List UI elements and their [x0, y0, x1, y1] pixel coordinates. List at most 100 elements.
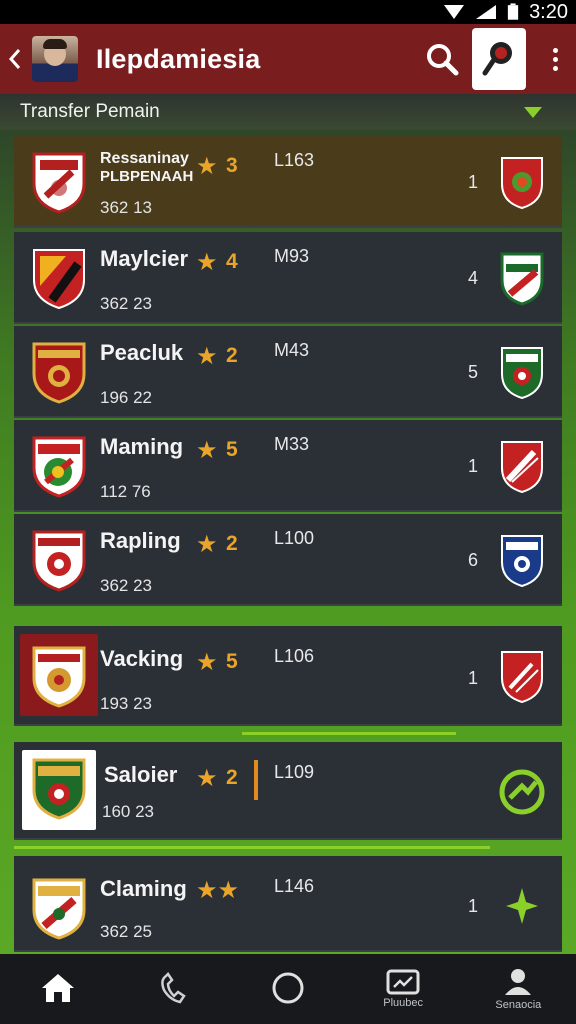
signal-icon [476, 5, 497, 19]
map-pin-icon [482, 42, 512, 76]
player-stats: 362 23 [100, 294, 152, 313]
list-item[interactable]: Maylcier ★ 4 M93 362 23 4 [14, 232, 562, 324]
app-bar: Ilepdamiesia [0, 24, 576, 94]
rank: 1 [468, 668, 479, 688]
search-button[interactable] [420, 37, 464, 81]
transfer-value: L109 [274, 762, 315, 782]
transfer-icon[interactable] [498, 768, 546, 816]
sparkle-icon[interactable] [504, 886, 540, 926]
player-stats: 112 76 [100, 482, 151, 501]
rating: 2 [226, 344, 238, 367]
divider [242, 732, 456, 735]
rating: 2 [226, 532, 238, 555]
club-crest-icon [32, 152, 86, 214]
club-crest-icon [33, 249, 85, 310]
club-crest-icon [32, 758, 86, 820]
more-button[interactable] [540, 37, 570, 81]
rank: 1 [468, 896, 479, 916]
chevron-down-icon[interactable] [524, 106, 542, 118]
player-name: Ressaninay [100, 150, 189, 167]
battery-icon [507, 3, 519, 20]
rank: 1 [468, 456, 479, 476]
list-item[interactable]: Vacking ★ 5 L106 193 23 1 [14, 626, 562, 726]
status-bar: 3:20 [0, 0, 576, 24]
club-badge-icon [500, 252, 544, 306]
transfer-value: M43 [274, 340, 310, 360]
transfer-value: L163 [274, 150, 315, 170]
list-item[interactable]: Ressaninay PLBPENAAH ★ 3 L163 362 13 1 [14, 136, 562, 228]
player-name: Maming [100, 434, 184, 459]
divider [14, 846, 490, 849]
nav-card[interactable]: Pluubec [353, 954, 453, 1024]
star-icon: ★★ [196, 877, 240, 904]
club-badge-icon [501, 157, 543, 210]
player-name: Maylcier [100, 246, 189, 271]
star-icon: ★ [196, 531, 218, 558]
bottom-nav: Pluubec Senaocia [0, 954, 576, 1024]
back-button[interactable] [0, 24, 30, 94]
star-icon: ★ [196, 343, 218, 370]
player-name: Peacluk [100, 340, 184, 365]
more-vert-icon [552, 47, 558, 53]
chevron-left-icon [8, 49, 21, 69]
wifi-icon [444, 5, 465, 19]
player-name: Claming [100, 876, 187, 901]
list-item[interactable]: Saloier ★ 2 L109 160 23 [14, 742, 562, 840]
transfer-value: L106 [274, 646, 315, 666]
rank: 4 [468, 268, 479, 288]
map-pin-button[interactable] [472, 28, 526, 90]
transfer-value: L100 [274, 528, 315, 548]
rank: 5 [468, 362, 479, 382]
player-stats: 362 23 [100, 576, 152, 595]
section-header[interactable]: Transfer Pemain [0, 94, 576, 130]
player-name: Rapling [100, 528, 181, 553]
nav-label: Pluubec [383, 997, 424, 1009]
player-name-sub: PLBPENAAH [100, 168, 194, 185]
section-title: Transfer Pemain [20, 101, 160, 122]
page-title: Ilepdamiesia [96, 43, 261, 74]
club-crest-icon [32, 878, 86, 940]
transfer-value: M33 [274, 434, 310, 454]
star-icon: ★ [196, 249, 218, 276]
indicator-bar [254, 760, 258, 800]
player-name: Vacking [100, 646, 184, 671]
rating: 4 [226, 250, 238, 273]
club-badge-icon [501, 347, 543, 400]
rating: 2 [226, 766, 238, 789]
player-stats: 362 13 [100, 198, 152, 217]
nav-profile[interactable]: Senaocia [468, 954, 568, 1024]
status-time: 3:20 [529, 0, 568, 23]
list-item[interactable]: Peacluk ★ 2 M43 196 22 5 [14, 326, 562, 418]
rank: 6 [468, 550, 479, 570]
nav-label: Senaocia [495, 999, 542, 1011]
circle-icon [272, 972, 304, 1004]
avatar[interactable] [32, 36, 78, 82]
search-icon [427, 44, 459, 76]
player-stats: 196 22 [100, 388, 152, 407]
rating: 5 [226, 438, 238, 461]
transfer-value: M93 [274, 246, 310, 266]
club-crest-icon [32, 342, 86, 404]
club-badge-icon [501, 441, 543, 494]
player-name: Saloier [104, 762, 178, 787]
list-item[interactable]: Rapling ★ 2 L100 362 23 6 [14, 514, 562, 606]
star-icon: ★ [196, 153, 218, 180]
club-crest-icon [32, 530, 86, 592]
list-item[interactable]: Maming ★ 5 M33 112 76 1 [14, 420, 562, 512]
club-crest-icon [32, 436, 86, 498]
club-crest-icon [32, 646, 86, 708]
rating: 5 [226, 650, 238, 673]
rating: 3 [226, 154, 238, 177]
player-stats: 362 25 [100, 922, 152, 941]
nav-phone[interactable] [123, 954, 223, 1024]
club-badge-icon [501, 651, 543, 704]
person-icon [505, 969, 532, 995]
phone-icon [160, 972, 186, 1004]
club-badge-icon [501, 535, 543, 588]
nav-circle[interactable] [238, 954, 338, 1024]
list-item[interactable]: Claming ★★ L146 362 25 1 [14, 856, 562, 952]
star-icon: ★ [196, 437, 218, 464]
nav-home[interactable] [8, 954, 108, 1024]
card-icon [386, 969, 420, 995]
player-stats: 193 23 [100, 694, 152, 713]
